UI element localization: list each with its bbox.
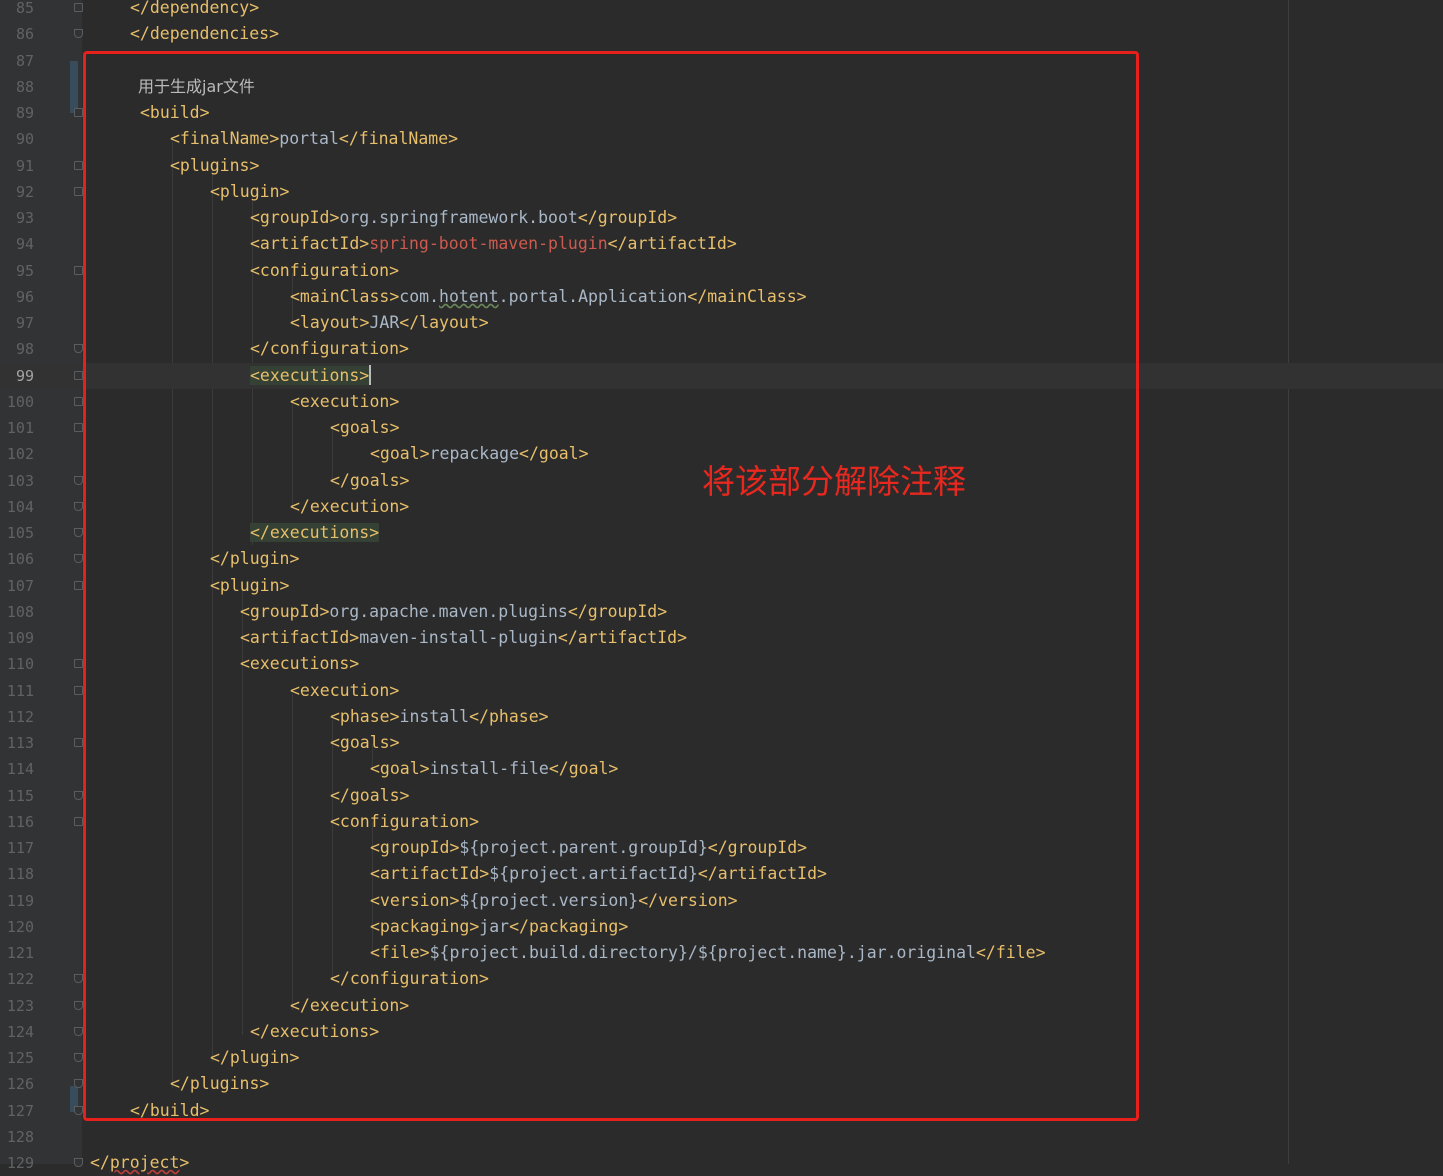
line-number: 106	[6, 550, 34, 569]
fold-toggle-icon[interactable]	[74, 790, 83, 800]
fold-toggle-icon[interactable]	[74, 580, 83, 590]
line-number: 86	[15, 25, 34, 44]
line-number: 105	[6, 524, 34, 542]
fold-toggle-icon[interactable]	[74, 396, 83, 406]
fold-toggle-icon[interactable]	[74, 370, 83, 380]
fold-toggle-icon[interactable]	[74, 1079, 83, 1089]
xml-tag: </dependencies>	[130, 24, 280, 44]
line-number: 102	[6, 445, 34, 464]
line-number: 126	[6, 1075, 34, 1094]
fold-toggle-icon[interactable]	[74, 1053, 83, 1062]
code-line[interactable]: 128	[0, 1124, 1443, 1150]
line-number: 93	[15, 209, 34, 227]
line-number: 127	[6, 1101, 34, 1120]
line-number: 124	[6, 1022, 34, 1041]
fold-toggle-icon[interactable]	[74, 160, 83, 170]
fold-toggle-icon[interactable]	[74, 738, 83, 747]
code-text[interactable]: </project>	[90, 1150, 189, 1176]
line-number: 107	[6, 576, 34, 595]
line-number: 90	[15, 130, 34, 149]
fold-toggle-icon[interactable]	[74, 265, 83, 275]
line-number: 128	[6, 1127, 34, 1146]
line-number: 87	[15, 51, 34, 70]
fold-toggle-icon[interactable]	[74, 1026, 83, 1036]
line-number: 103	[6, 471, 34, 490]
line-number: 89	[15, 104, 34, 122]
line-number: 123	[6, 996, 34, 1015]
line-number: 92	[15, 182, 34, 201]
xml-tag: >	[179, 1153, 190, 1172]
line-number: 98	[15, 340, 34, 359]
code-text[interactable]: </dependency>	[130, 0, 259, 21]
annotation-highlight-box	[83, 51, 1139, 1121]
line-number: 115	[6, 786, 34, 805]
line-number: 129	[6, 1154, 34, 1172]
fold-toggle-icon[interactable]	[74, 29, 83, 39]
fold-toggle-icon[interactable]	[74, 659, 83, 669]
annotation-note: 将该部分解除注释	[702, 462, 966, 501]
line-number: 120	[6, 917, 34, 936]
line-number: 117	[6, 839, 34, 857]
line-number: 99	[15, 366, 34, 385]
line-number: 114	[6, 760, 34, 779]
fold-toggle-icon[interactable]	[74, 186, 83, 196]
line-number: 111	[6, 681, 34, 700]
line-number: 112	[6, 707, 34, 726]
line-number: 110	[6, 655, 34, 674]
fold-toggle-icon[interactable]	[74, 108, 83, 117]
code-line[interactable]: 85 </dependency>	[0, 0, 1443, 21]
line-number: 119	[6, 891, 34, 910]
fold-toggle-icon[interactable]	[74, 423, 83, 432]
line-number: 122	[6, 970, 34, 989]
fold-toggle-icon[interactable]	[74, 528, 83, 537]
fold-toggle-icon[interactable]	[74, 1158, 83, 1167]
fold-toggle-icon[interactable]	[74, 475, 83, 485]
fold-toggle-icon[interactable]	[74, 1000, 83, 1010]
xml-tag: </	[90, 1153, 110, 1172]
line-number: 101	[6, 419, 34, 437]
line-number: 85	[15, 0, 34, 17]
line-number: 125	[6, 1049, 34, 1067]
fold-toggle-icon[interactable]	[74, 344, 83, 354]
line-number: 113	[6, 734, 34, 752]
line-number: 104	[6, 497, 34, 516]
line-number: 118	[6, 865, 34, 884]
fold-toggle-icon[interactable]	[74, 816, 83, 826]
xml-tag: </dependency>	[130, 0, 260, 17]
line-number: 121	[6, 944, 34, 962]
line-number: 97	[15, 314, 34, 332]
fold-toggle-icon[interactable]	[74, 974, 83, 984]
line-number: 108	[6, 602, 34, 621]
fold-toggle-icon[interactable]	[74, 501, 83, 511]
line-number: 91	[15, 156, 34, 175]
code-text[interactable]: </dependencies>	[130, 21, 279, 47]
line-number: 116	[6, 812, 34, 831]
fold-toggle-icon[interactable]	[74, 1105, 83, 1115]
xml-tag: project	[109, 1153, 180, 1172]
line-number: 95	[15, 261, 34, 280]
line-number: 100	[6, 392, 34, 411]
line-number: 94	[15, 235, 34, 254]
fold-toggle-icon[interactable]	[74, 3, 83, 12]
fold-toggle-icon[interactable]	[74, 685, 83, 695]
code-line[interactable]: 129 </project>	[0, 1150, 1443, 1176]
line-number: 96	[15, 287, 34, 306]
fold-toggle-icon[interactable]	[74, 554, 83, 564]
line-number: 109	[6, 629, 34, 647]
code-line[interactable]: 86 </dependencies>	[0, 21, 1443, 47]
line-number: 88	[15, 77, 34, 96]
